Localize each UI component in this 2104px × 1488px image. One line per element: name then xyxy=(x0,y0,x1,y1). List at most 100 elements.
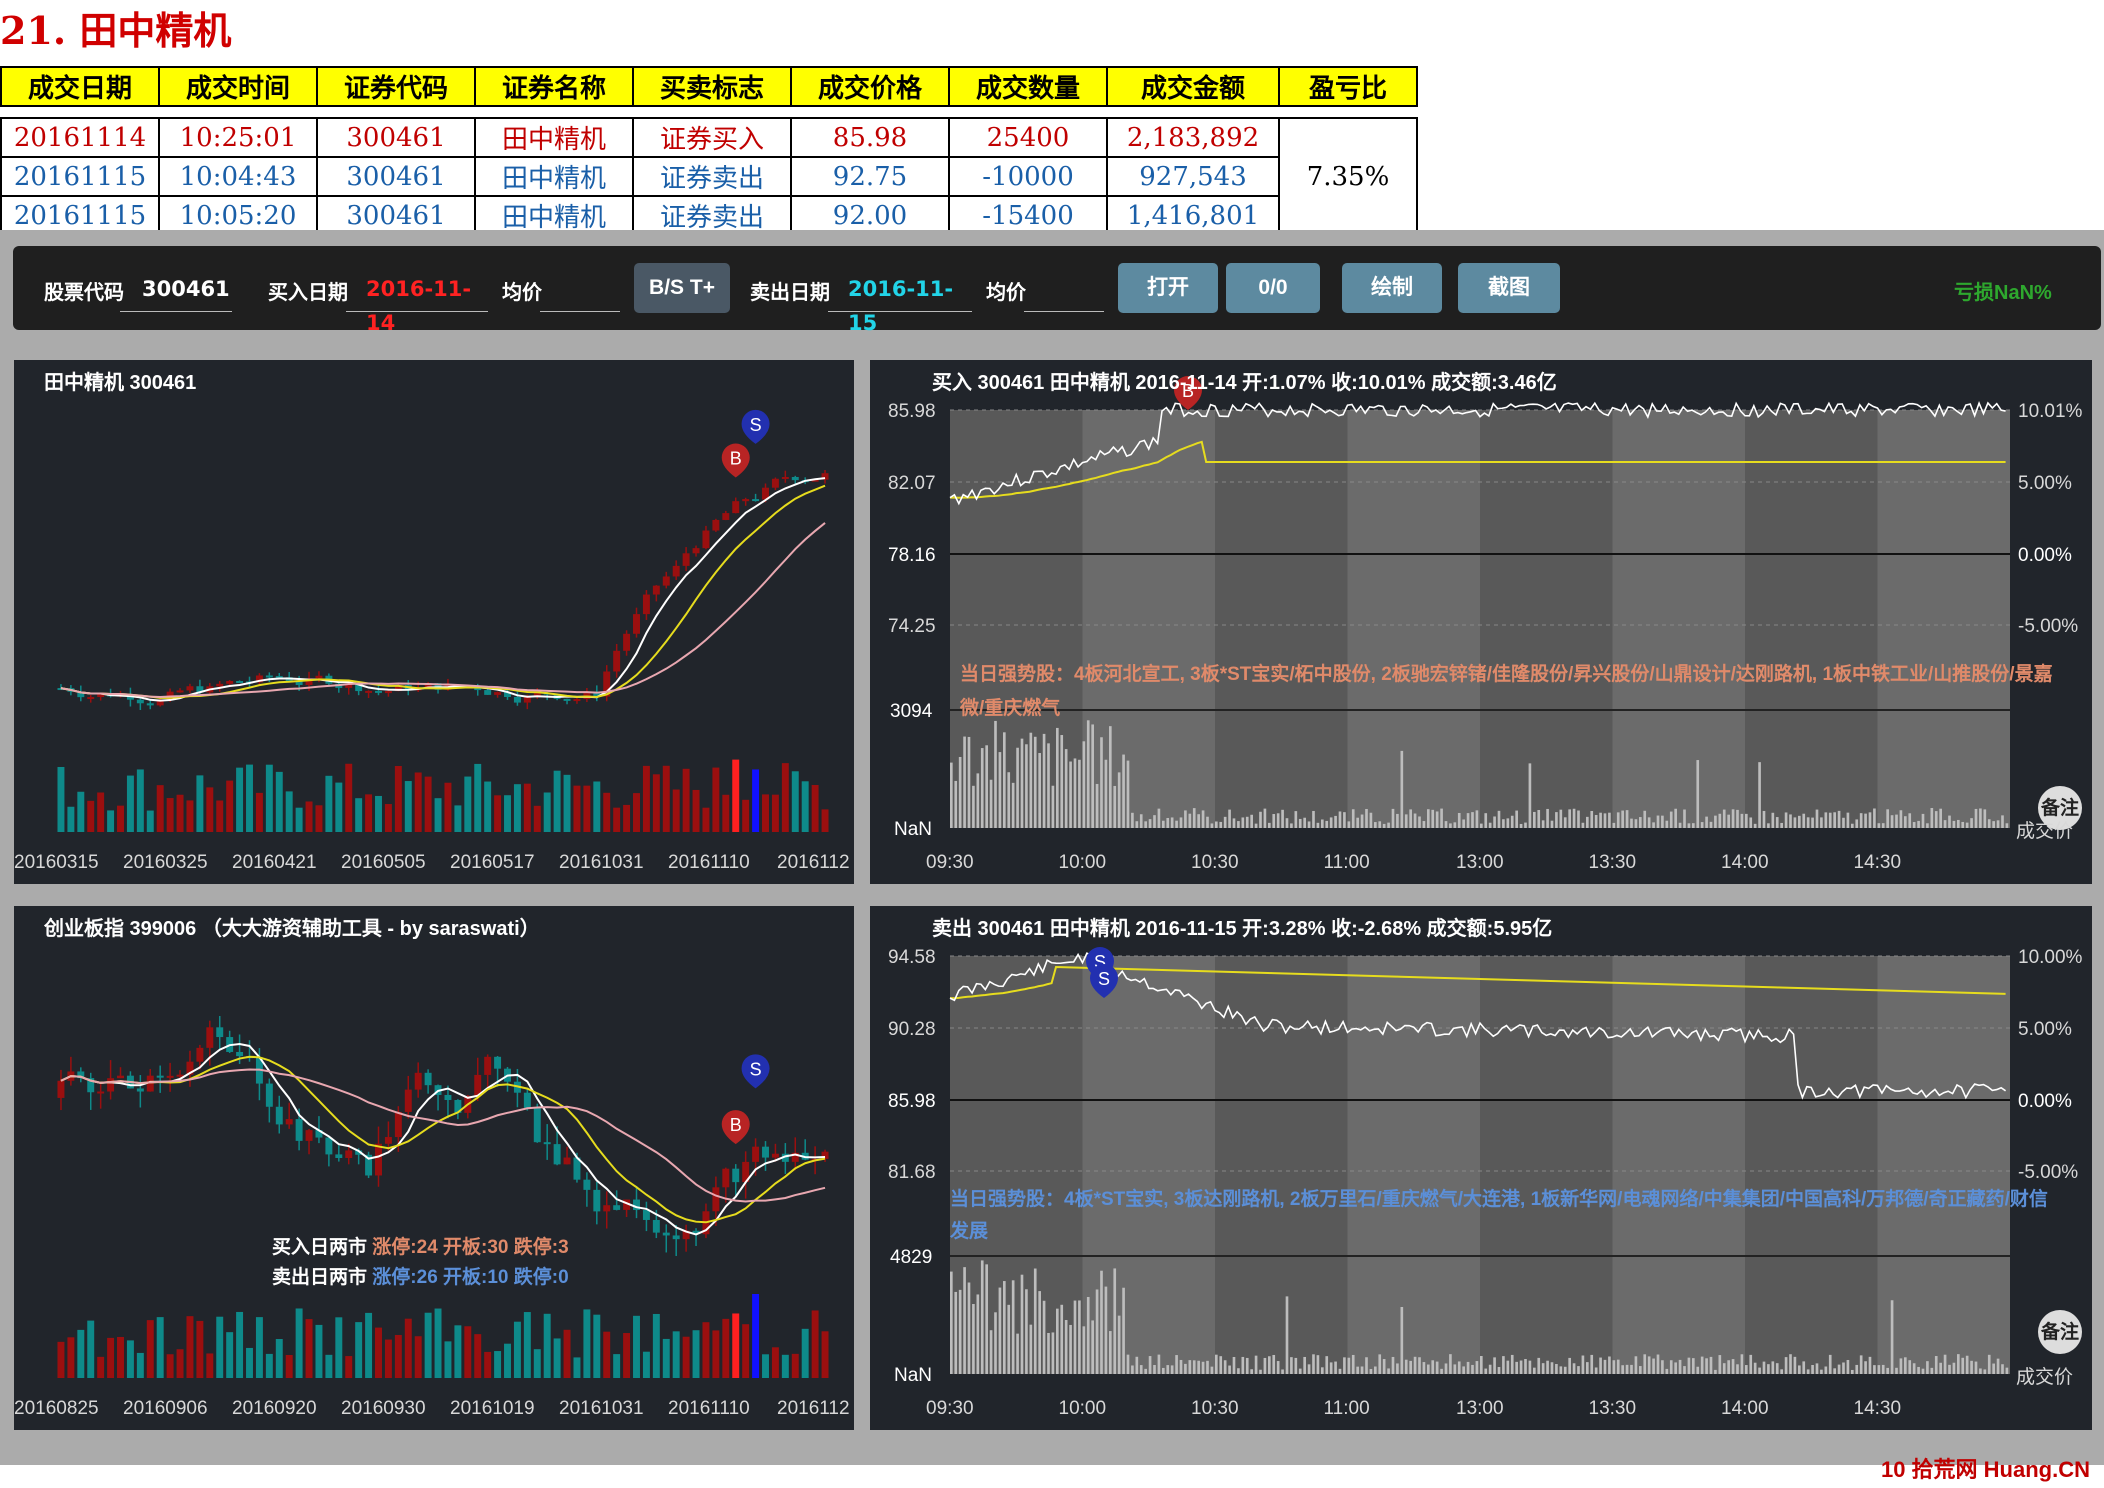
volume-bar xyxy=(1104,759,1108,828)
volume-bar xyxy=(1254,1355,1258,1374)
volume-bar xyxy=(1281,809,1284,828)
kline-candle xyxy=(107,1078,115,1092)
volume-bar xyxy=(652,774,660,832)
percent-tick-label: 0.00% xyxy=(2018,1091,2072,1112)
percent-tick-label: 0.00% xyxy=(2018,545,2072,566)
kline-candle xyxy=(533,1107,541,1143)
volume-bar xyxy=(1749,1354,1753,1374)
chart-band xyxy=(1877,410,2010,828)
kline-candle xyxy=(662,1232,670,1236)
volume-bar xyxy=(1095,783,1099,828)
volume-bar xyxy=(474,763,482,832)
volume-bar xyxy=(1391,1356,1395,1374)
volume-bar xyxy=(958,756,962,828)
volume-bar xyxy=(583,785,591,832)
volume-bar xyxy=(1762,1361,1766,1374)
volume-bar xyxy=(1559,809,1563,828)
sell-avg-price-input[interactable] xyxy=(1024,272,1104,312)
volume-bar xyxy=(305,1319,313,1378)
moving-average-line xyxy=(60,477,826,702)
volume-bar xyxy=(1970,818,1973,828)
volume-bar xyxy=(1904,1357,1907,1374)
volume-bar xyxy=(1462,1366,1465,1374)
buy-avg-price-input[interactable] xyxy=(540,272,620,312)
volume-bar xyxy=(950,1271,953,1374)
volume-bar xyxy=(1117,772,1121,828)
volume-bar xyxy=(1325,820,1329,828)
kline-candle xyxy=(662,576,670,586)
kline-candle xyxy=(305,1130,313,1141)
volume-bar xyxy=(1263,808,1267,828)
counter-button[interactable]: 0/0 xyxy=(1226,263,1320,313)
volume-bar xyxy=(1555,812,1558,828)
volume-bar xyxy=(375,1327,382,1378)
volume-bar xyxy=(1634,819,1638,828)
volume-bar xyxy=(1992,821,1995,828)
volume-bar xyxy=(1259,811,1262,828)
volume-bar xyxy=(77,1329,85,1378)
volume-bar xyxy=(1581,822,1585,828)
stock-code-input[interactable]: 300461 xyxy=(120,272,232,312)
time-tick-label: 11:00 xyxy=(1324,852,1370,873)
volume-bar xyxy=(1824,1366,1828,1374)
cell: 证券卖出 xyxy=(632,156,792,197)
volume-bar xyxy=(57,766,65,832)
volume-bar xyxy=(1780,822,1783,828)
buy-market-values: 涨停:24 开板:30 跌停:3 xyxy=(372,1237,569,1258)
volume-bar xyxy=(1722,809,1726,828)
kline-candle xyxy=(771,478,779,488)
chart-band xyxy=(1215,956,1348,1374)
sell-date-input[interactable]: 2016-11-15 xyxy=(828,272,972,335)
screenshot-button[interactable]: 截图 xyxy=(1458,263,1560,313)
volume-bar xyxy=(603,1331,611,1378)
volume-bar xyxy=(1749,817,1753,828)
volume-bar xyxy=(1303,817,1306,828)
volume-bar xyxy=(1440,1368,1443,1374)
volume-bar xyxy=(1572,808,1576,828)
volume-bar xyxy=(1298,1368,1302,1374)
volume-bar xyxy=(1166,1365,1170,1374)
draw-button[interactable]: 绘制 xyxy=(1342,263,1442,313)
kline-candle xyxy=(722,1168,730,1188)
kline-candle xyxy=(414,1072,422,1090)
volume-bar xyxy=(633,1315,640,1378)
volume-bar xyxy=(1272,1354,1276,1374)
volume-bar xyxy=(464,776,472,832)
volume-bar xyxy=(1965,822,1969,828)
buy-date-input[interactable]: 2016-11-14 xyxy=(346,272,488,335)
volume-tick-label: NaN xyxy=(894,819,932,840)
open-button[interactable]: 打开 xyxy=(1118,263,1218,313)
volume-bar xyxy=(1687,1357,1691,1374)
volume-bar xyxy=(1771,1361,1775,1374)
kline-candle xyxy=(57,1080,65,1098)
volume-bar xyxy=(1528,763,1532,828)
note-button[interactable]: 备注 xyxy=(2038,1310,2082,1354)
kline-candle xyxy=(384,1137,392,1144)
volume-bar xyxy=(1568,809,1571,828)
volume-bar xyxy=(1802,813,1806,828)
volume-bar xyxy=(315,805,323,832)
date-tick-label: 2016112 xyxy=(777,852,850,873)
volume-bar xyxy=(1245,1357,1249,1374)
volume-bar xyxy=(1864,1361,1867,1374)
volume-bar xyxy=(1957,1354,1960,1374)
chart-band xyxy=(1215,410,1348,828)
volume-bar xyxy=(1056,1308,1059,1374)
volume-bar xyxy=(1325,1356,1329,1374)
volume-bar xyxy=(712,767,720,832)
volume-bar xyxy=(1678,1359,1682,1374)
volume-bar xyxy=(543,792,551,832)
col-header: 成交日期 xyxy=(0,66,160,107)
volume-bar xyxy=(1025,744,1028,828)
volume-tick-label: 3094 xyxy=(890,701,933,722)
volume-bar xyxy=(1912,1363,1916,1374)
kline-candle xyxy=(712,1187,720,1212)
volume-bar xyxy=(1144,1368,1147,1374)
volume-bar xyxy=(1007,772,1011,828)
volume-bar xyxy=(1073,758,1077,828)
bs-t-button[interactable]: B/S T+ xyxy=(634,263,730,313)
volume-bar xyxy=(1453,1364,1457,1374)
kline-candle xyxy=(712,519,720,531)
kline-candle xyxy=(365,690,373,693)
volume-bar xyxy=(1462,819,1465,828)
